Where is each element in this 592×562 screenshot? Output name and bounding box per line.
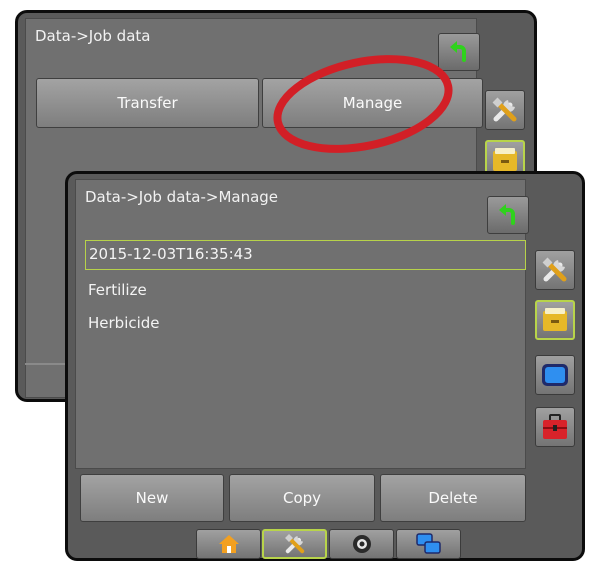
tools-icon [492,97,517,122]
toolbox-icon [543,414,567,439]
toolbox-button[interactable] [535,407,575,447]
display-button[interactable] [535,355,575,395]
job-list-item[interactable]: Fertilize [88,281,147,299]
job-list-item-selected[interactable]: 2015-12-03T16:35:43 [85,240,526,270]
tools-icon [542,257,567,282]
display-icon [542,364,568,386]
screen-title: Data->Job data->Manage [85,188,279,206]
copy-button[interactable]: Copy [229,474,375,522]
tools-tab[interactable] [262,529,327,559]
camera-button[interactable] [329,529,394,559]
camera-icon [352,535,371,553]
data-folder-icon [493,148,517,171]
back-button[interactable] [487,196,529,234]
new-button[interactable]: New [80,474,224,522]
data-folder-icon [543,308,567,331]
screens-button[interactable] [396,529,461,559]
delete-button[interactable]: Delete [380,474,526,522]
screen-title: Data->Job data [35,27,151,45]
home-icon [218,535,239,553]
undo-arrow-icon [499,204,515,225]
tools-icon [284,534,304,554]
data-button[interactable] [535,300,575,340]
transfer-button[interactable]: Transfer [36,78,259,128]
undo-arrow-icon [450,41,466,62]
tools-button[interactable] [535,250,575,290]
tools-button[interactable] [485,90,525,130]
back-button[interactable] [438,33,480,71]
screens-icon [415,533,441,554]
job-list-item[interactable]: Herbicide [88,314,160,332]
manage-button[interactable]: Manage [262,78,483,128]
home-button[interactable] [196,529,261,559]
manage-screen: Data->Job data->Manage 2015-12-03T16:35:… [65,171,585,561]
job-list: Data->Job data->Manage 2015-12-03T16:35:… [75,179,529,469]
